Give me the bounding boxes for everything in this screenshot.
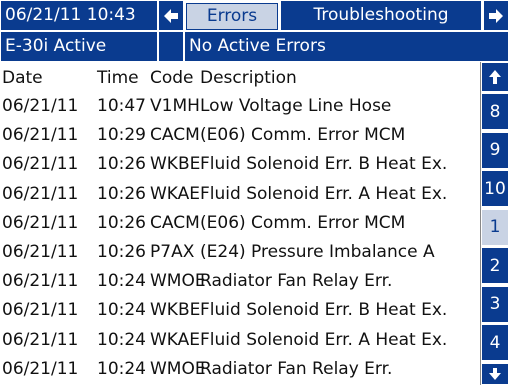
table-row[interactable]: 06/21/11 10:47 V1MH Low Voltage Line Hose	[0, 92, 480, 121]
page-button[interactable]: 8	[481, 93, 509, 130]
cell-description: Radiator Fan Relay Err.	[200, 271, 393, 292]
table-row[interactable]: 06/21/11 10:24 WMOE Radiator Fan Relay Err.	[0, 355, 480, 384]
cell-description: (E24) Pressure Imbalance A	[200, 242, 435, 262]
cell-time: 10:26	[97, 154, 146, 175]
cell-description: Fluid Solenoid Err. B Heat Ex.	[200, 154, 448, 175]
cell-code: WKAE	[150, 329, 201, 350]
cell-code: WKBE	[150, 300, 201, 321]
cell-date: 06/21/11	[2, 242, 79, 262]
cell-time: 10:24	[97, 271, 146, 292]
cell-code: WMOE	[150, 271, 206, 292]
cell-code: CACM	[150, 125, 200, 146]
table-row[interactable]: 06/21/11 10:24 WKBE Fluid Solenoid Err. B H…	[0, 296, 480, 325]
cell-date: 06/21/11	[2, 212, 79, 233]
cell-date: 06/21/11	[2, 125, 79, 146]
cell-description: Fluid Solenoid Err. A Heat Ex.	[200, 183, 448, 204]
cell-description: (E06) Comm. Error MCM	[200, 125, 406, 146]
datetime-display: 06/21/11 10:43	[0, 0, 158, 31]
cell-time: 10:26	[97, 183, 146, 204]
arrow-down-icon	[489, 368, 501, 380]
page-scroll-bar: 8 9 10 1 2 3 4	[481, 62, 509, 385]
tab-troubleshooting[interactable]: Troubleshooting	[280, 0, 482, 31]
header-bar: 06/21/11 10:43 Errors Troubleshooting E-…	[0, 0, 509, 62]
col-time: Time	[97, 68, 139, 88]
tab-next-button[interactable]	[483, 0, 509, 31]
tab-prev-button[interactable]	[158, 0, 184, 31]
page-button[interactable]: 4	[481, 324, 509, 361]
page-button[interactable]: 1	[481, 208, 509, 246]
scroll-up-button[interactable]	[481, 62, 509, 92]
table-header: Date Time Code Description	[0, 62, 480, 92]
page-button[interactable]: 9	[481, 131, 509, 169]
cell-description: Radiator Fan Relay Err.	[200, 358, 393, 379]
status-errors: No Active Errors	[184, 31, 509, 62]
cell-date: 06/21/11	[2, 329, 79, 350]
cell-date: 06/21/11	[2, 271, 79, 292]
cell-date: 06/21/11	[2, 96, 79, 116]
arrow-right-icon	[489, 8, 503, 23]
page-button[interactable]: 2	[481, 247, 509, 284]
cell-time: 10:29	[97, 125, 146, 146]
cell-date: 06/21/11	[2, 154, 79, 175]
table-row[interactable]: 06/21/11 10:24 WKAE Fluid Solenoid Err. A H…	[0, 326, 480, 355]
page-button[interactable]: 3	[481, 285, 509, 323]
cell-description: Fluid Solenoid Err. A Heat Ex.	[200, 329, 448, 350]
cell-code: WMOE	[150, 358, 206, 379]
status-right-text: No Active Errors	[189, 36, 326, 56]
cell-time: 10:24	[97, 329, 146, 350]
cell-code: V1MH	[150, 96, 200, 116]
error-log-table: Date Time Code Description 06/21/11 10:47…	[0, 62, 480, 385]
arrow-up-icon	[489, 70, 501, 84]
scroll-down-button[interactable]	[481, 363, 509, 385]
status-indicator	[158, 31, 184, 62]
datetime-text: 06/21/11 10:43	[5, 5, 136, 25]
cell-description: (E06) Comm. Error MCM	[200, 212, 406, 233]
col-date: Date	[2, 68, 43, 88]
table-row[interactable]: 06/21/11 10:26 P7AX (E24) Pressure Imbalanc…	[0, 238, 480, 267]
cell-time: 10:47	[97, 96, 146, 116]
cell-description: Fluid Solenoid Err. B Heat Ex.	[200, 300, 448, 321]
status-active-unit: E-30i Active	[0, 31, 158, 62]
arrow-left-icon	[164, 8, 178, 23]
page-button[interactable]: 10	[481, 170, 509, 207]
col-description: Description	[200, 68, 297, 88]
cell-time: 10:24	[97, 358, 146, 379]
cell-code: WKBE	[150, 154, 201, 175]
cell-description: Low Voltage Line Hose	[200, 96, 392, 116]
cell-date: 06/21/11	[2, 300, 79, 321]
cell-code: CACM	[150, 212, 200, 233]
table-row[interactable]: 06/21/11 10:26 CACM (E06) Comm. Error MCM	[0, 209, 480, 238]
cell-time: 10:26	[97, 212, 146, 233]
tab-errors[interactable]: Errors	[186, 3, 278, 30]
table-row[interactable]: 06/21/11 10:29 CACM (E06) Comm. Error MCM	[0, 121, 480, 150]
cell-code: P7AX	[150, 242, 195, 262]
cell-time: 10:24	[97, 300, 146, 321]
tab-troubleshooting-label: Troubleshooting	[313, 5, 449, 25]
cell-code: WKAE	[150, 183, 201, 204]
status-left-text: E-30i Active	[5, 36, 107, 56]
table-row[interactable]: 06/21/11 10:26 WKAE Fluid Solenoid Err. A H…	[0, 180, 480, 209]
col-code: Code	[150, 68, 194, 88]
table-row[interactable]: 06/21/11 10:24 WMOE Radiator Fan Relay Err.	[0, 267, 480, 296]
cell-date: 06/21/11	[2, 183, 79, 204]
cell-date: 06/21/11	[2, 358, 79, 379]
tab-errors-label: Errors	[206, 6, 258, 26]
table-row[interactable]: 06/21/11 10:26 WKBE Fluid Solenoid Err. B H…	[0, 150, 480, 179]
cell-time: 10:26	[97, 242, 146, 262]
